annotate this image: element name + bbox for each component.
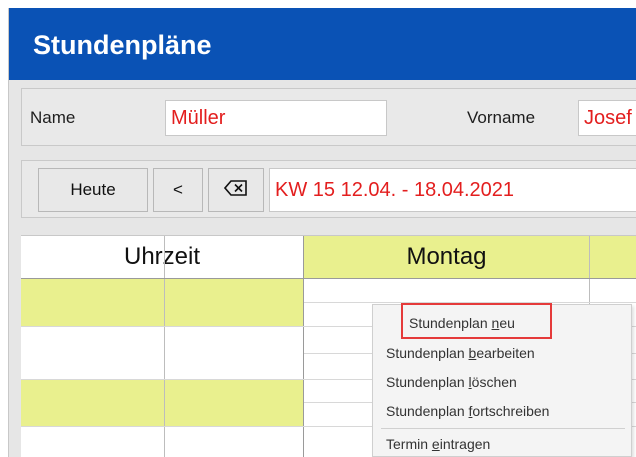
grid-line bbox=[303, 236, 304, 457]
vorname-field[interactable]: Josef bbox=[578, 100, 636, 136]
window-title: Stundenpläne bbox=[33, 30, 212, 60]
grid-line bbox=[164, 236, 165, 457]
today-button[interactable]: Heute bbox=[38, 168, 148, 212]
person-panel: Name Müller Vorname Josef bbox=[21, 88, 636, 146]
menu-item-stundenplan-fortschreiben[interactable]: Stundenplan fortschreiben bbox=[386, 403, 549, 419]
menu-separator bbox=[381, 428, 625, 429]
time-slot-row[interactable] bbox=[21, 380, 303, 426]
menu-item-stundenplan-loeschen[interactable]: Stundenplan löschen bbox=[386, 374, 517, 390]
vorname-label: Vorname bbox=[467, 108, 536, 127]
name-field[interactable]: Müller bbox=[165, 100, 387, 136]
grid-line bbox=[21, 278, 636, 279]
header-montag: Montag bbox=[304, 236, 589, 278]
context-menu: Stundenplan neu Stundenplan bearbeiten S… bbox=[372, 304, 632, 457]
grid-line bbox=[304, 302, 636, 303]
name-label: Name bbox=[30, 108, 76, 127]
week-field[interactable]: KW 15 12.04. - 18.04.2021 bbox=[269, 168, 636, 212]
menu-item-stundenplan-neu[interactable]: Stundenplan neu bbox=[409, 315, 515, 331]
clear-button[interactable] bbox=[208, 168, 264, 212]
previous-week-button[interactable]: < bbox=[153, 168, 203, 212]
time-slot-row[interactable] bbox=[21, 279, 303, 326]
week-nav-panel: Heute < KW 15 12.04. - 18.04.2021 bbox=[21, 160, 636, 218]
title-bar: Stundenpläne bbox=[9, 8, 636, 80]
menu-item-stundenplan-bearbeiten[interactable]: Stundenplan bearbeiten bbox=[386, 345, 535, 361]
header-dienstag-partial bbox=[590, 236, 636, 278]
backspace-icon bbox=[223, 179, 248, 201]
header-uhrzeit: Uhrzeit bbox=[21, 236, 303, 278]
menu-item-termin-eintragen[interactable]: Termin eintragen bbox=[386, 436, 490, 452]
